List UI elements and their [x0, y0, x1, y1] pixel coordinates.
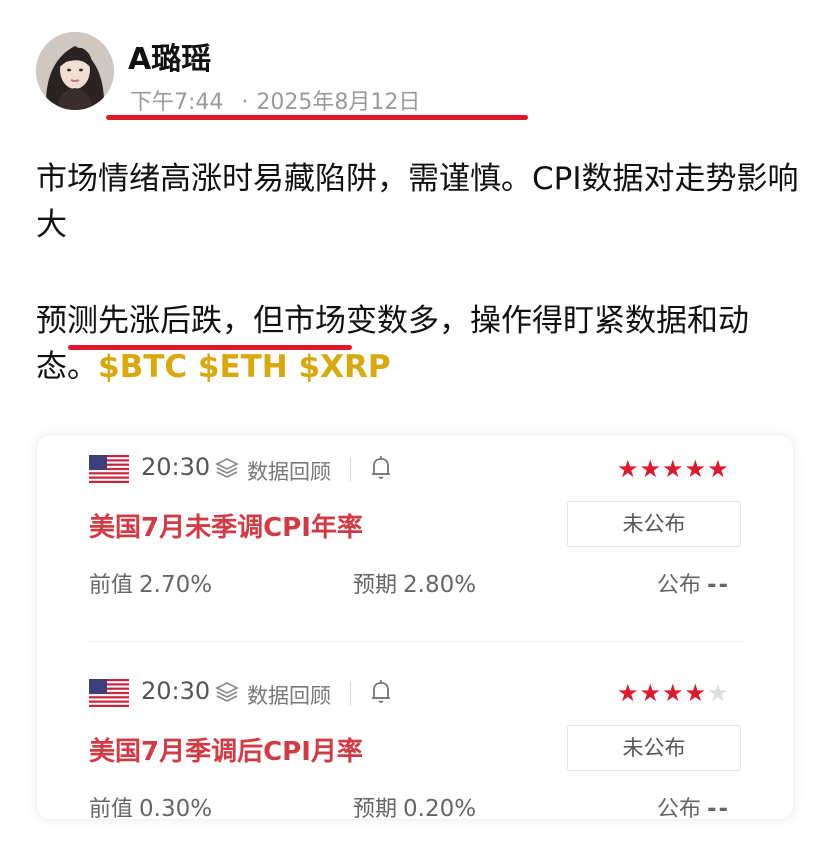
- status-badge: 未公布: [567, 501, 741, 547]
- forecast-label: 预期: [353, 797, 398, 822]
- post-paragraph-1: 市场情绪高涨时易藏陷阱，需谨慎。CPI数据对走势影响大: [36, 161, 799, 243]
- data-review-link[interactable]: 数据回顾: [247, 680, 331, 710]
- ticker-links[interactable]: $BTC $ETH $XRP: [98, 349, 391, 385]
- published-value: 公布 --: [657, 567, 730, 599]
- author-name[interactable]: A璐瑶: [128, 34, 211, 78]
- published-label: 公布: [657, 573, 702, 598]
- forecast-value: 预期 2.80%: [353, 567, 476, 599]
- published-value: 公布 --: [657, 791, 730, 823]
- previous-number: 0.30%: [139, 796, 213, 822]
- previous-value: 前值 2.70%: [89, 567, 212, 599]
- calendar-event[interactable]: 20:30 数据回顾 ★★★★★ 美国7月季调后CPI月率 未公布 前值 0.30…: [37, 659, 793, 859]
- bell-icon[interactable]: [369, 455, 393, 481]
- forecast-number: 2.80%: [403, 572, 477, 598]
- red-underline-mark: [106, 115, 528, 120]
- previous-label: 前值: [89, 797, 134, 822]
- divider: [350, 457, 351, 481]
- economic-calendar-card: 20:30 数据回顾 ★★★★★ 美国7月未季调CPI年率 未公布 前值 2.70…: [36, 434, 794, 822]
- layers-icon: [215, 682, 239, 702]
- star-filled-icon: ★★★★★: [617, 455, 730, 483]
- calendar-event[interactable]: 20:30 数据回顾 ★★★★★ 美国7月未季调CPI年率 未公布 前值 2.70…: [37, 435, 793, 635]
- post-meta: 下午7:44 · 2025年8月12日: [130, 84, 420, 116]
- previous-value: 前值 0.30%: [89, 791, 212, 823]
- event-title[interactable]: 美国7月未季调CPI年率: [89, 507, 363, 544]
- star-empty-icon: ★: [707, 679, 730, 707]
- bell-icon[interactable]: [369, 679, 393, 705]
- published-number: --: [707, 796, 731, 822]
- status-badge: 未公布: [567, 725, 741, 771]
- meta-separator: ·: [241, 90, 249, 115]
- event-divider: [89, 641, 745, 642]
- published-number: --: [707, 572, 731, 598]
- previous-label: 前值: [89, 573, 134, 598]
- event-title[interactable]: 美国7月季调后CPI月率: [89, 731, 363, 768]
- importance-stars: ★★★★★: [617, 455, 730, 483]
- data-review-link[interactable]: 数据回顾: [247, 456, 331, 486]
- forecast-value: 预期 0.20%: [353, 791, 476, 823]
- us-flag-icon: [89, 679, 129, 707]
- post-time: 下午7:44: [130, 90, 224, 115]
- event-time: 20:30: [141, 677, 211, 705]
- post-paragraph-2: 预测先涨后跌，但市场变数多，操作得盯紧数据和动态。$BTC $ETH $XRP: [36, 298, 806, 390]
- forecast-label: 预期: [353, 573, 398, 598]
- star-filled-icon: ★★★★: [617, 679, 708, 707]
- layers-icon: [215, 458, 239, 478]
- published-label: 公布: [657, 797, 702, 822]
- red-underline-mark: [68, 345, 352, 350]
- event-time: 20:30: [141, 453, 211, 481]
- avatar[interactable]: [36, 32, 114, 110]
- post-date: 2025年8月12日: [256, 90, 421, 115]
- us-flag-icon: [89, 455, 129, 483]
- previous-number: 2.70%: [139, 572, 213, 598]
- avatar-image: [36, 32, 114, 110]
- forecast-number: 0.20%: [403, 796, 477, 822]
- importance-stars: ★★★★★: [617, 679, 730, 707]
- divider: [350, 681, 351, 705]
